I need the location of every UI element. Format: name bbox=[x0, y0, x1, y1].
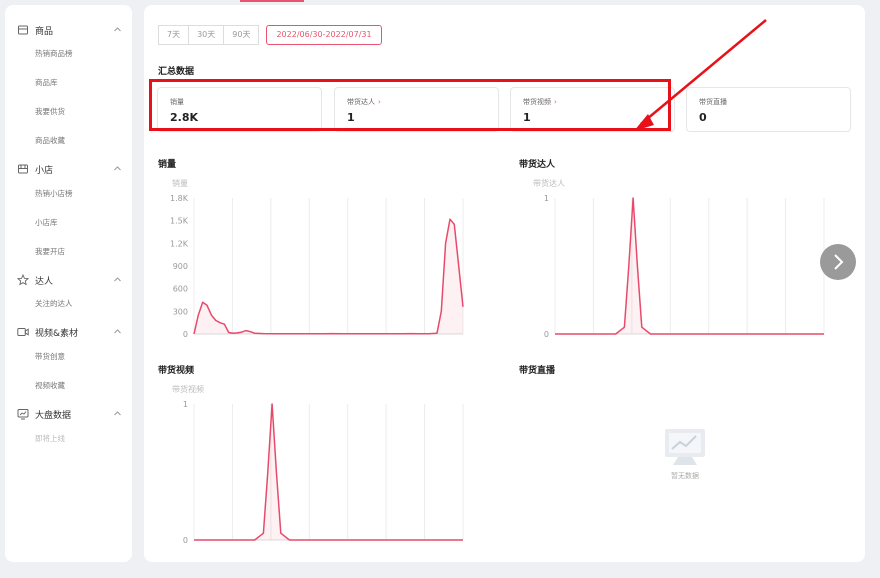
nav-item-supply[interactable]: 我要供货 bbox=[35, 106, 65, 117]
y-tick-label: 1.8K bbox=[170, 194, 189, 203]
nav-group-label: 大盘数据 bbox=[35, 411, 72, 421]
chart-title-sales: 销量 bbox=[158, 160, 177, 170]
empty-text: 暂无数据 bbox=[671, 472, 699, 480]
influencer-line-chart: 带货达人 0 1 bbox=[533, 178, 825, 339]
y-axis-label: 带货达人 bbox=[533, 178, 565, 188]
date-tab-custom-range[interactable]: 2022/06/30-2022/07/31 bbox=[266, 25, 382, 45]
series-area bbox=[194, 219, 463, 334]
series-line bbox=[555, 197, 824, 335]
chevron-up-icon[interactable] bbox=[113, 275, 122, 284]
series-area bbox=[194, 404, 463, 540]
chevron-right-icon bbox=[834, 254, 844, 270]
chevron-up-icon[interactable] bbox=[113, 164, 122, 173]
series-line bbox=[193, 218, 464, 335]
y-tick-label: 1 bbox=[183, 400, 188, 409]
nav-item-creative[interactable]: 带货创意 bbox=[35, 351, 65, 362]
nav-group-market-data[interactable]: 大盘数据 bbox=[5, 405, 132, 425]
chevron-up-icon[interactable] bbox=[113, 409, 122, 418]
y-tick-label: 1.5K bbox=[170, 217, 189, 226]
series-line bbox=[194, 403, 463, 541]
y-axis-label: 带货视频 bbox=[172, 384, 204, 394]
stat-value: 1 bbox=[523, 111, 531, 124]
nav-item-store-library[interactable]: 小店库 bbox=[35, 217, 58, 228]
sales-line-chart: 销量 0 300 600 900 1.2K 1.5K 1.8K bbox=[170, 178, 464, 339]
stat-label: 带货直播 bbox=[699, 98, 727, 106]
series-area bbox=[555, 198, 824, 334]
video-icon bbox=[17, 328, 29, 336]
nav-group-label: 商品 bbox=[35, 27, 54, 37]
next-button[interactable] bbox=[820, 244, 856, 280]
y-tick-label: 600 bbox=[173, 285, 188, 294]
dashboard-icon bbox=[17, 409, 29, 420]
package-icon bbox=[18, 25, 28, 35]
nav-group-video-assets[interactable]: 视频&素材 bbox=[5, 323, 132, 343]
nav-item-followed-influencers[interactable]: 关注的达人 bbox=[35, 298, 73, 309]
stat-card-live: 带货直播 0 bbox=[686, 87, 851, 132]
summary-title: 汇总数据 bbox=[158, 67, 195, 77]
y-axis-label: 销量 bbox=[172, 178, 188, 188]
stat-label: 销量 bbox=[170, 98, 184, 106]
nav-item-hot-stores[interactable]: 热销小店榜 bbox=[35, 188, 73, 199]
nav-item-video-favorites[interactable]: 视频收藏 bbox=[35, 380, 65, 391]
chart-title-influencers: 带货达人 bbox=[519, 160, 556, 170]
nav-item-hot-products[interactable]: 热销商品榜 bbox=[35, 48, 73, 59]
date-tab-90d[interactable]: 90天 bbox=[223, 25, 260, 45]
sidebar: 商品 热销商品榜 商品库 我要供货 商品收藏 小店 热销小店榜 小店库 我要开店… bbox=[5, 5, 132, 562]
stat-value: 1 bbox=[347, 111, 355, 124]
chevron-right-icon: › bbox=[554, 98, 557, 106]
live-empty-state: 暂无数据 bbox=[655, 425, 715, 481]
y-tick-label: 1 bbox=[544, 194, 549, 203]
nav-item-product-library[interactable]: 商品库 bbox=[35, 77, 58, 88]
nav-group-influencers[interactable]: 达人 bbox=[5, 271, 132, 291]
empty-chart-icon bbox=[665, 429, 705, 465]
stat-value: 2.8K bbox=[170, 111, 199, 124]
stat-card-videos[interactable]: 带货视频 › 1 bbox=[510, 87, 675, 132]
stat-card-sales: 销量 2.8K bbox=[157, 87, 322, 132]
stat-card-influencers[interactable]: 带货达人 › 1 bbox=[334, 87, 499, 132]
chevron-right-icon: › bbox=[378, 98, 381, 106]
date-range-tabs: 7天 30天 90天 2022/06/30-2022/07/31 bbox=[158, 25, 382, 45]
active-tab-underline bbox=[240, 0, 304, 2]
nav-group-label: 小店 bbox=[35, 166, 54, 176]
stat-label: 带货视频 › bbox=[523, 98, 557, 106]
y-tick-label: 0 bbox=[544, 330, 549, 339]
nav-group-store[interactable]: 小店 bbox=[5, 160, 132, 180]
date-tab-7d[interactable]: 7天 bbox=[158, 25, 190, 45]
stat-label: 带货达人 › bbox=[347, 98, 381, 106]
star-icon bbox=[17, 274, 29, 286]
date-tab-30d[interactable]: 30天 bbox=[188, 25, 225, 45]
video-line-chart: 带货视频 0 1 bbox=[172, 384, 464, 545]
y-tick-label: 0 bbox=[183, 330, 188, 339]
nav-item-product-favorites[interactable]: 商品收藏 bbox=[35, 135, 65, 146]
y-tick-label: 0 bbox=[183, 536, 188, 545]
nav-group-label: 达人 bbox=[35, 277, 54, 287]
y-tick-label: 900 bbox=[173, 262, 188, 271]
stat-value: 0 bbox=[699, 111, 707, 124]
nav-group-label: 视频&素材 bbox=[35, 329, 79, 339]
store-icon bbox=[18, 164, 28, 174]
chart-title-videos: 带货视频 bbox=[158, 366, 195, 376]
chevron-up-icon[interactable] bbox=[113, 25, 122, 34]
nav-item-open-store[interactable]: 我要开店 bbox=[35, 246, 65, 257]
chart-title-live: 带货直播 bbox=[519, 366, 556, 376]
nav-group-products[interactable]: 商品 bbox=[5, 21, 132, 41]
chevron-up-icon[interactable] bbox=[113, 327, 122, 336]
nav-item-coming-soon: 即将上线 bbox=[35, 434, 65, 443]
y-tick-label: 300 bbox=[173, 307, 188, 316]
y-tick-label: 1.2K bbox=[170, 239, 189, 248]
